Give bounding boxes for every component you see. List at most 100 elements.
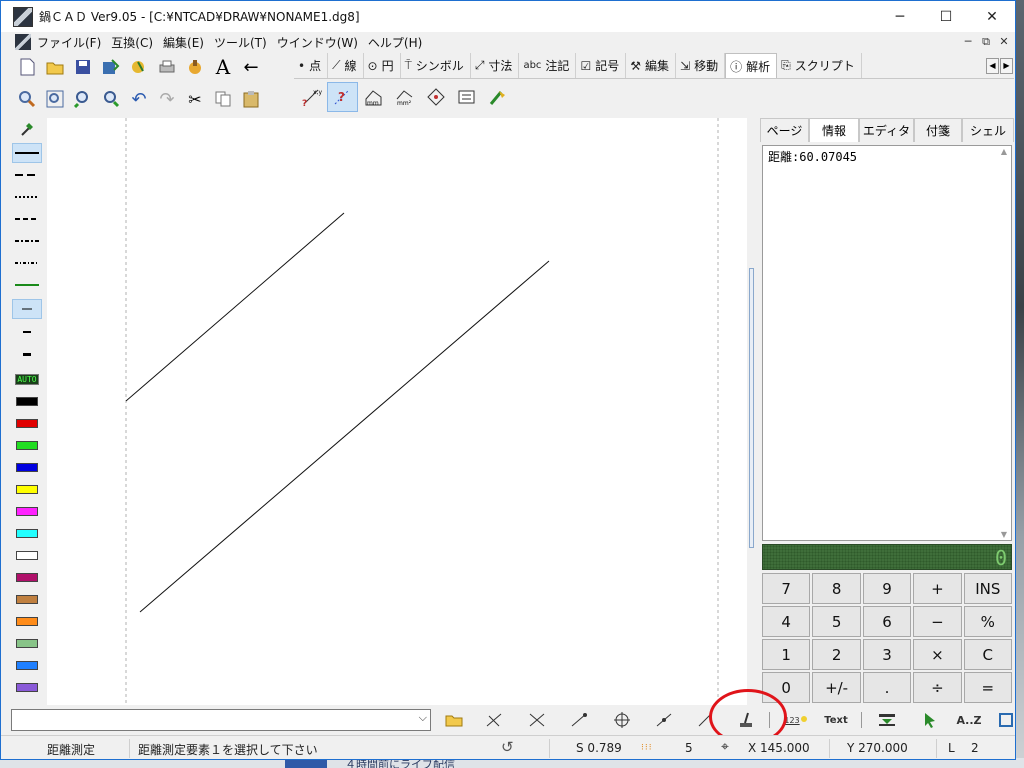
menu-file[interactable]: ファイル(F) xyxy=(35,34,109,51)
color-swatch-9[interactable] xyxy=(12,567,42,587)
tab-scroll-right-button[interactable]: ▶ xyxy=(1000,58,1013,74)
brush-icon[interactable] xyxy=(482,82,513,112)
mdi-minimize-button[interactable]: ─ xyxy=(959,34,977,50)
line-type-solid[interactable] xyxy=(12,143,42,163)
tab-point[interactable]: • 点 xyxy=(294,53,329,78)
attribute-icon[interactable] xyxy=(451,82,482,112)
calc-key[interactable]: = xyxy=(963,672,1012,703)
line-type-green[interactable] xyxy=(12,275,42,295)
snap-endpoint-icon[interactable] xyxy=(481,709,507,731)
calc-key[interactable]: +/- xyxy=(812,672,861,703)
print-icon[interactable] xyxy=(153,53,181,81)
calc-key[interactable]: 2 xyxy=(812,639,861,670)
menu-tools[interactable]: ツール(T) xyxy=(212,34,275,51)
menu-window[interactable]: ウインドウ(W) xyxy=(275,34,366,51)
zoom-window-icon[interactable] xyxy=(13,85,41,113)
line-width-medium[interactable] xyxy=(12,322,42,342)
tab-info[interactable]: 情報 xyxy=(809,118,859,142)
point-query-icon[interactable] xyxy=(420,82,451,112)
tab-annotation[interactable]: abc 注記 xyxy=(519,53,577,78)
tab-circle[interactable]: ⊙ 円 xyxy=(364,53,401,78)
info-textbox[interactable]: 距離:60.07045 ▲ ▼ xyxy=(762,145,1012,541)
line-type-dashed[interactable] xyxy=(12,165,42,185)
status-scale[interactable]: S 0.789 xyxy=(576,741,622,755)
zoom-fit-icon[interactable] xyxy=(41,85,69,113)
calc-key[interactable]: + xyxy=(913,573,962,604)
calc-key[interactable]: 4 xyxy=(762,606,811,637)
refresh-icon[interactable]: ↺ xyxy=(501,738,514,756)
redo-icon[interactable]: ↷ xyxy=(153,85,181,113)
color-swatch-11[interactable] xyxy=(12,611,42,631)
info-scrollbar[interactable]: ▲ ▼ xyxy=(998,147,1010,539)
calc-key[interactable]: 9 xyxy=(862,573,912,604)
status-layer-value[interactable]: 2 xyxy=(971,741,979,755)
panel-splitter[interactable] xyxy=(747,118,757,705)
color-swatch-2[interactable] xyxy=(12,413,42,433)
menu-edit[interactable]: 編集(E) xyxy=(161,34,212,51)
copy-icon[interactable] xyxy=(209,85,237,113)
calc-key[interactable]: 6 xyxy=(862,606,912,637)
area-squared-icon[interactable]: mm² xyxy=(389,82,420,112)
status-grid-value[interactable]: 5 xyxy=(685,741,693,755)
line-type-dotted[interactable] xyxy=(12,187,42,207)
line-width-thin[interactable] xyxy=(12,299,42,319)
tab-dimension[interactable]: ⤢ 寸法 xyxy=(471,53,520,78)
tab-move[interactable]: ⇲ 移動 xyxy=(676,53,726,78)
mdi-restore-button[interactable]: ⧉ xyxy=(977,34,995,50)
zoom-out-icon[interactable] xyxy=(97,85,125,113)
tab-symbol-mark[interactable]: ☑ 記号 xyxy=(576,53,627,78)
color-swatch-7[interactable] xyxy=(12,523,42,543)
app-logo-icon[interactable] xyxy=(13,6,33,27)
command-input[interactable]: ⌵ xyxy=(11,709,431,731)
plot-icon[interactable] xyxy=(181,53,209,81)
color-swatch-1[interactable] xyxy=(12,391,42,411)
menu-help[interactable]: ヘルプ(H) xyxy=(366,34,430,51)
splitter-grip[interactable] xyxy=(749,268,754,548)
save-as-icon[interactable] xyxy=(97,53,125,81)
calc-key[interactable]: × xyxy=(913,639,962,670)
number-bulb-icon[interactable]: 123 xyxy=(783,709,809,731)
calc-key[interactable]: 3 xyxy=(862,639,912,670)
color-auto-button[interactable]: AUTO xyxy=(12,369,42,389)
cursor-select-icon[interactable] xyxy=(917,709,943,731)
close-button[interactable]: ✕ xyxy=(969,1,1015,32)
paste-icon[interactable] xyxy=(237,85,265,113)
maximize-button[interactable]: ☐ xyxy=(923,1,969,32)
open-folder-icon[interactable] xyxy=(41,53,69,81)
line-width-thick[interactable] xyxy=(12,344,42,364)
text-bulb-icon[interactable]: Text xyxy=(823,709,849,731)
chevron-down-icon[interactable]: ⌵ xyxy=(419,711,427,725)
calc-key[interactable]: . xyxy=(862,672,912,703)
scroll-up-icon[interactable]: ▲ xyxy=(998,147,1010,156)
properties-icon[interactable] xyxy=(125,53,153,81)
calc-key[interactable]: 5 xyxy=(812,606,861,637)
tab-sticky-note[interactable]: 付箋 xyxy=(914,118,962,142)
eyedropper-icon[interactable] xyxy=(12,119,42,139)
line-type-dash-dot-dot[interactable] xyxy=(12,253,42,273)
open-folder-icon[interactable] xyxy=(441,709,467,731)
save-icon[interactable] xyxy=(69,53,97,81)
crosshair-icon[interactable]: ⌖ xyxy=(721,739,729,755)
tab-page[interactable]: ページ xyxy=(760,118,809,142)
calc-key[interactable]: 7 xyxy=(762,573,811,604)
grid-icon[interactable]: ⁝⁝⁝ xyxy=(641,743,653,753)
calc-key[interactable]: 1 xyxy=(762,639,811,670)
document-icon[interactable] xyxy=(15,34,31,50)
area-icon[interactable]: mm xyxy=(358,82,389,112)
mdi-close-button[interactable]: ✕ xyxy=(995,34,1013,50)
color-swatch-5[interactable] xyxy=(12,479,42,499)
calc-key[interactable]: % xyxy=(963,606,1012,637)
tab-shell[interactable]: シェル xyxy=(962,118,1014,142)
zoom-in-icon[interactable] xyxy=(69,85,97,113)
minimize-button[interactable]: ─ xyxy=(877,1,923,32)
calc-key[interactable]: C xyxy=(963,639,1012,670)
tab-analysis[interactable]: ⓘ 解析 xyxy=(725,53,778,78)
calc-key[interactable]: − xyxy=(913,606,962,637)
text-A-icon[interactable]: A xyxy=(209,53,237,81)
tab-edit[interactable]: ⚒ 編集 xyxy=(626,53,676,78)
snap-line-icon[interactable] xyxy=(566,709,592,731)
snap-center-icon[interactable] xyxy=(609,709,635,731)
tab-editor[interactable]: エディタ xyxy=(859,118,914,142)
scroll-down-icon[interactable]: ▼ xyxy=(998,530,1010,539)
calc-key[interactable]: 8 xyxy=(812,573,861,604)
